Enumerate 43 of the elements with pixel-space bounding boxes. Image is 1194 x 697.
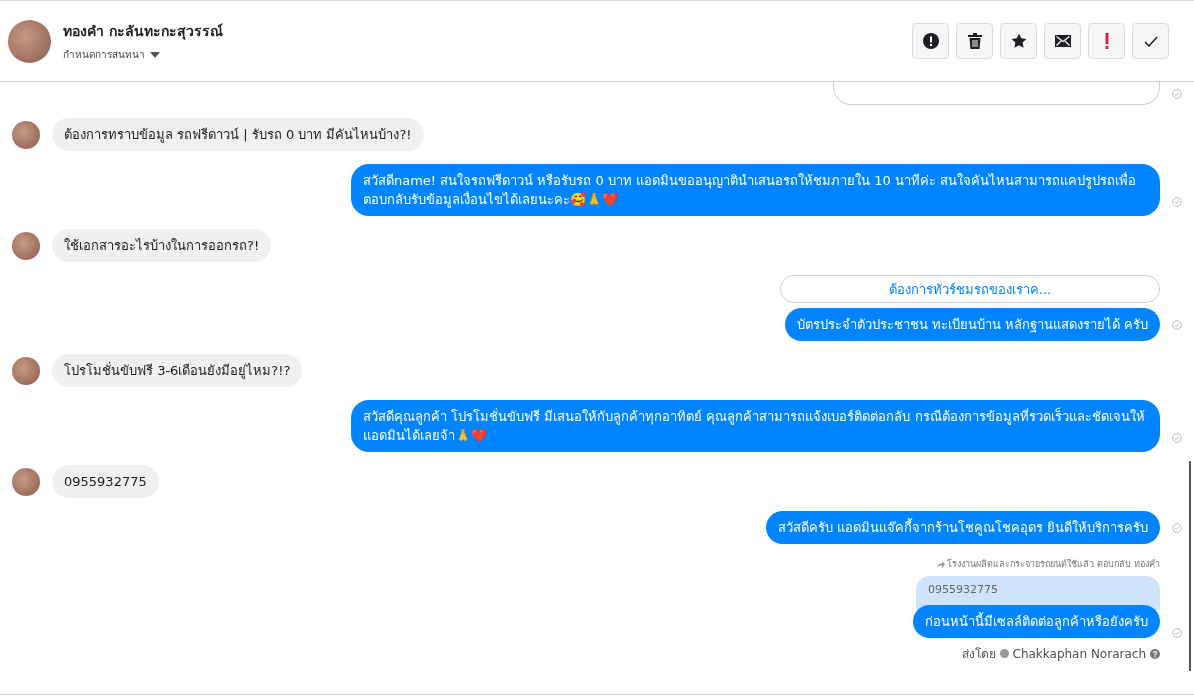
avatar [12,356,40,385]
user-badge-icon [999,649,1009,658]
seen-check-icon [1172,433,1182,443]
seen-check-icon [1172,197,1182,207]
incoming-message: 0955932775 [52,465,159,498]
help-icon [1150,648,1160,659]
contact-name: ทองคำ กะลันทะกะสุวรรณ์ [63,22,224,42]
avatar [8,19,51,63]
incoming-message: โปรโมชั่นขับฟรี 3-6เดือนยังมีอยู่ไหม?!? [52,354,303,387]
caret-icon [150,51,160,58]
delete-button[interactable] [956,23,993,59]
spam-button[interactable] [1088,23,1125,59]
reply-context: โรงงานผลิตและกระจายรถยนต์ใช้แล้ว ตอบกลับ ทองคำ [947,558,1160,571]
sent-by-label: ส่งโดย [961,646,996,663]
outgoing-message: สวัสดีครับ แอดมินแจ๊คกี้จากร้านโชคูณโชคอุดร ยินดีให้บริการครับ [765,511,1160,544]
outgoing-message: ก่อนหน้านี้มีเซลล์ติดต่อลูกค้าหรือยังครับ [913,605,1160,638]
seen-check-icon [1172,319,1182,330]
trash-icon [967,33,982,49]
avatar [12,467,40,496]
conversation-menu[interactable]: กำหนดการสนทนา [63,47,912,62]
quick-reply-button[interactable]: ต้องการทัวร์ชมรถของเราค... [780,275,1160,303]
avatar [12,231,40,260]
seen-check-icon [1172,522,1182,533]
star-button[interactable] [1000,23,1037,59]
checkmark-icon [1143,35,1158,47]
envelope-icon [1054,35,1071,47]
incoming-message: ใช้เอกสารอะไรบ้างในการออกรถ?! [52,229,272,262]
scrollbar[interactable] [1189,461,1191,671]
exclamation-icon [1104,33,1109,49]
star-icon [1010,33,1027,49]
outgoing-message: สวัสดีname! สนใจรถฟรีดาวน์ หรือรับรถ 0 บาท แอดมินขออนุญาตินำเสนอรถให้ชมภายใน 10 นาทีค่ะ สนใจคันไหนสามารถแคปรูปรถเพื่อตอบกลับรับข้อมูลเงื่อนไขได้เลยนะคะ🥰🙏❤ [351,164,1160,216]
alert-button[interactable] [912,23,949,59]
reply-arrow-icon [937,560,946,568]
alert-icon [922,33,939,49]
incoming-message: ต้องการทราบข้อมูล รถฟรีดาวน์ | รับรถ 0 บาท มีคันไหนบ้าง?! [52,118,424,151]
sender-link[interactable]: Chakkaphan Norarach [1012,646,1146,661]
outgoing-message: บัตรประจำตัวประชาชน ทะเบียนบ้าน หลักฐานแสดงรายได้ ครับ [784,308,1160,341]
done-button[interactable] [1132,23,1169,59]
seen-check-icon [1172,88,1182,99]
mail-button[interactable] [1044,23,1081,59]
seen-check-icon [1172,628,1182,638]
outgoing-message: สวัสดีคุณลูกค้า โปรโมชั่นขับฟรี มีเสนอให้กับลูกค้าทุกอาทิตย์ คุณลูกค้าสามารถแจ้งเบอร์ติดต่อกลับ กรณีต้องการข้อมูลที่รวดเร็วและชัดเจนให้แอดมินได้เลยจ้า🙏❤ [351,400,1160,452]
avatar [12,120,40,149]
